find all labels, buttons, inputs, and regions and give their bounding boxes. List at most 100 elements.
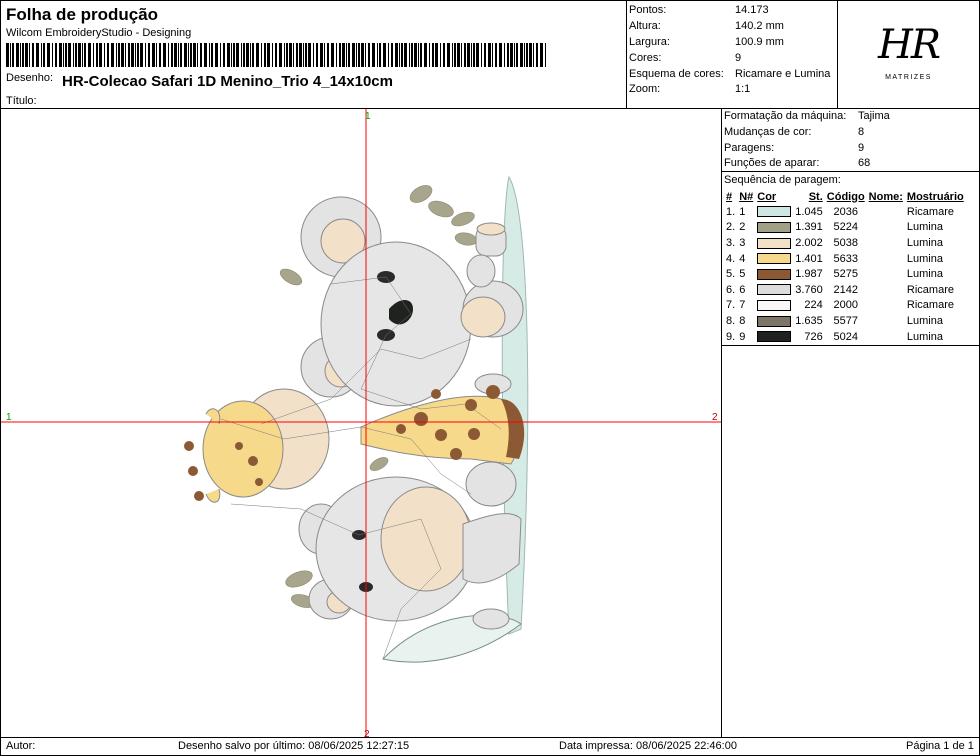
row-index: 7. — [726, 299, 736, 312]
crosshair-top-label: 1 — [365, 111, 371, 122]
color-swatch — [757, 299, 792, 311]
table-row: 5. 5 1.987 5275 Lumina — [724, 266, 966, 282]
machine-format-value: Tajima — [858, 110, 890, 122]
row-color-swatch — [755, 204, 793, 220]
table-row: 6. 6 3.760 2142 Ricamare — [724, 282, 966, 298]
color-swatch — [757, 237, 792, 249]
color-swatch — [757, 268, 792, 280]
row-name — [867, 266, 905, 282]
row-chart: Ricamare — [906, 299, 954, 312]
row-index: 2. — [726, 221, 736, 234]
color-changes-label: Mudanças de cor: — [724, 126, 812, 138]
row-chart: Lumina — [906, 330, 943, 343]
row-chart: Lumina — [906, 314, 943, 327]
row-code: 5024 — [833, 330, 858, 343]
row-code: 5633 — [833, 252, 858, 265]
trims-value: 68 — [858, 157, 871, 169]
stop-sequence-title: Sequência de paragem: — [724, 174, 841, 186]
table-row: 3. 3 2.002 5038 Lumina — [724, 235, 966, 251]
color-swatch — [757, 221, 792, 233]
row-code: 2036 — [833, 205, 858, 218]
row-stitches: 2.002 — [795, 236, 823, 249]
col-stitches-header: St. — [808, 190, 823, 203]
row-index: 9. — [726, 330, 736, 343]
software-name: Wilcom EmbroideryStudio - Designing — [6, 27, 192, 39]
crosshair-right-label: 2 — [712, 412, 718, 423]
design-name: HR-Colecao Safari 1D Menino_Trio 4_14x10… — [62, 73, 393, 90]
row-code: 2142 — [833, 283, 858, 296]
row-stitches: 1.391 — [795, 221, 823, 234]
row-name — [867, 235, 905, 251]
print-date: Data impressa: 08/06/2025 22:46:00 — [559, 740, 737, 752]
row-name — [867, 298, 905, 314]
row-needle: 6 — [739, 283, 746, 296]
table-row: 4. 4 1.401 5633 Lumina — [724, 251, 966, 267]
row-stitches: 726 — [804, 330, 823, 343]
divider — [722, 171, 979, 172]
row-name — [867, 204, 905, 220]
logo-mark: HR — [878, 22, 941, 68]
row-index: 3. — [726, 236, 736, 249]
design-preview: 1 2 1 2 — [1, 109, 721, 737]
table-row: 7. 7 224 2000 Ricamare — [724, 298, 966, 314]
row-color-swatch — [755, 251, 793, 267]
author-label: Autor: — [6, 740, 36, 752]
row-chart: Lumina — [906, 252, 943, 265]
table-header-row: # N# Cor St. Código Nome: Mostruário — [724, 189, 966, 204]
row-name — [867, 329, 905, 345]
table-row: 2. 2 1.391 5224 Lumina — [724, 220, 966, 236]
row-color-swatch — [755, 313, 793, 329]
row-index: 5. — [726, 268, 736, 281]
color-swatch — [757, 315, 792, 327]
row-index: 8. — [726, 314, 736, 327]
col-code-header: Código — [826, 190, 865, 203]
col-color-header: Cor — [757, 190, 777, 203]
color-swatch — [757, 206, 792, 218]
row-index: 6. — [726, 283, 736, 296]
color-swatch — [757, 253, 792, 265]
design-canvas: 1 2 1 2 — [0, 108, 722, 738]
row-code: 2000 — [833, 299, 858, 312]
machine-format-label: Formatação da máquina: — [724, 110, 847, 122]
design-label: Desenho: — [6, 72, 54, 84]
brand-logo: HR MATRIZES — [837, 0, 980, 109]
color-swatch — [757, 331, 792, 343]
row-stitches: 1.045 — [795, 205, 823, 218]
machine-info-panel: Formatação da máquina: Tajima Mudanças d… — [721, 108, 980, 738]
row-code: 5038 — [833, 236, 858, 249]
row-index: 4. — [726, 252, 736, 265]
row-code: 5224 — [833, 221, 858, 234]
row-name — [867, 251, 905, 267]
row-color-swatch — [755, 235, 793, 251]
row-chart: Lumina — [906, 221, 943, 234]
row-color-swatch — [755, 329, 793, 345]
sheet-title: Folha de produção — [6, 5, 159, 24]
last-saved: Desenho salvo por último: 08/06/2025 12:… — [178, 740, 410, 752]
row-needle: 2 — [739, 221, 746, 234]
row-code: 5275 — [833, 268, 858, 281]
color-changes-value: 8 — [858, 126, 865, 138]
logo-subtitle: MATRIZES — [885, 74, 932, 81]
row-stitches: 1.635 — [795, 314, 823, 327]
row-stitches: 1.987 — [795, 268, 823, 281]
row-name — [867, 313, 905, 329]
row-color-swatch — [755, 298, 793, 314]
row-name — [867, 282, 905, 298]
crosshair-left-label: 1 — [6, 412, 12, 423]
col-name-header: Nome: — [868, 190, 903, 203]
col-number-header: N# — [739, 190, 754, 203]
row-color-swatch — [755, 220, 793, 236]
row-stitches: 224 — [804, 299, 823, 312]
table-row: 8. 8 1.635 5577 Lumina — [724, 313, 966, 329]
stop-sequence-table: # N# Cor St. Código Nome: Mostruário 1. 1… — [724, 189, 966, 344]
row-color-swatch — [755, 266, 793, 282]
header-info-panel: Folha de produção Wilcom EmbroideryStudi… — [0, 0, 627, 109]
color-swatch — [757, 284, 792, 296]
table-row: 9. 9 726 5024 Lumina — [724, 329, 966, 345]
row-chart: Lumina — [906, 268, 943, 281]
footer: Autor: Desenho salvo por último: 08/06/2… — [0, 737, 980, 756]
title-label: Título: — [6, 95, 37, 107]
design-stats-panel: Pontos: 14.173 Altura: 140.2 mm Largura: 10… — [626, 0, 838, 109]
row-chart: Lumina — [906, 236, 943, 249]
row-color-swatch — [755, 282, 793, 298]
